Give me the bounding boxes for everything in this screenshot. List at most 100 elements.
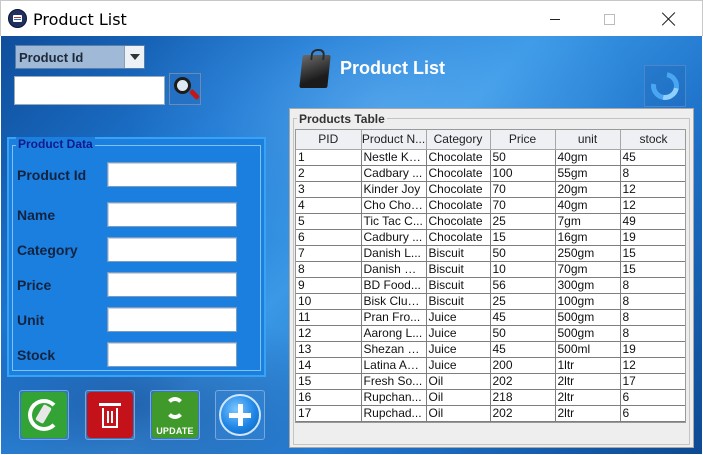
cell-pid[interactable]: 10 — [296, 293, 362, 310]
update-button[interactable]: UPDATE — [150, 390, 200, 440]
cell-category[interactable]: Chocolate — [426, 197, 491, 214]
cell-product-name[interactable]: Pran Fro... — [361, 309, 427, 326]
cell-price[interactable]: 218 — [490, 389, 556, 406]
cell-unit[interactable]: 500gm — [555, 325, 621, 342]
cell-category[interactable]: Chocolate — [426, 181, 491, 198]
cell-price[interactable]: 45 — [490, 309, 556, 326]
table-row[interactable]: 5 Tic Tac C... Chocolate 25 7gm 49 — [296, 213, 685, 230]
cell-unit[interactable]: 40gm — [555, 197, 621, 214]
cell-category[interactable]: Biscuit — [426, 293, 491, 310]
cell-stock[interactable]: 8 — [620, 325, 685, 342]
name-field[interactable] — [107, 202, 237, 227]
cell-price[interactable]: 15 — [490, 229, 556, 246]
cell-product-name[interactable]: Danish M... — [361, 261, 427, 278]
cell-pid[interactable]: 7 — [296, 245, 362, 262]
cell-category[interactable]: Juice — [426, 309, 491, 326]
cell-pid[interactable]: 8 — [296, 261, 362, 278]
close-button[interactable] — [646, 1, 692, 37]
cell-unit[interactable]: 55gm — [555, 165, 621, 182]
category-field[interactable] — [107, 237, 237, 262]
column-header-category[interactable]: Category — [426, 130, 491, 150]
cell-stock[interactable]: 12 — [620, 357, 685, 374]
cell-product-name[interactable]: Kinder Joy — [361, 181, 427, 198]
clear-button[interactable] — [19, 390, 69, 440]
search-input[interactable] — [14, 76, 165, 105]
cell-pid[interactable]: 2 — [296, 165, 362, 182]
table-row[interactable]: 1 Nestle Kit... Chocolate 50 40gm 45 — [296, 149, 685, 166]
unit-field[interactable] — [107, 307, 237, 332]
cell-price[interactable]: 50 — [490, 149, 556, 166]
cell-unit[interactable]: 100gm — [555, 293, 621, 310]
cell-stock[interactable]: 19 — [620, 341, 685, 358]
cell-category[interactable]: Juice — [426, 325, 491, 342]
cell-product-name[interactable]: BD Food... — [361, 277, 427, 294]
table-row[interactable]: 16 Rupchan... Oil 218 2ltr 6 — [296, 389, 685, 406]
refresh-button[interactable] — [644, 65, 686, 107]
cell-category[interactable]: Chocolate — [426, 165, 491, 182]
cell-unit[interactable]: 40gm — [555, 149, 621, 166]
cell-unit[interactable]: 1ltr — [555, 357, 621, 374]
cell-pid[interactable]: 16 — [296, 389, 362, 406]
table-row[interactable]: 4 Cho Cho ... Chocolate 70 40gm 12 — [296, 197, 685, 214]
cell-stock[interactable]: 49 — [620, 213, 685, 230]
cell-price[interactable]: 10 — [490, 261, 556, 278]
cell-product-name[interactable]: Nestle Kit... — [361, 149, 427, 166]
cell-stock[interactable]: 12 — [620, 181, 685, 198]
cell-product-name[interactable]: Bisk Club... — [361, 293, 427, 310]
delete-button[interactable] — [85, 390, 135, 440]
cell-stock[interactable]: 8 — [620, 293, 685, 310]
search-field-dropdown[interactable]: Product Id — [15, 45, 145, 69]
cell-price[interactable]: 70 — [490, 181, 556, 198]
column-header-product-name[interactable]: Product N... — [361, 130, 427, 150]
column-header-price[interactable]: Price — [490, 130, 556, 150]
cell-category[interactable]: Biscuit — [426, 245, 491, 262]
table-row[interactable]: 12 Aarong L... Juice 50 500gm 8 — [296, 325, 685, 342]
cell-pid[interactable]: 11 — [296, 309, 362, 326]
cell-product-name[interactable]: Shezan M... — [361, 341, 427, 358]
table-row[interactable]: 11 Pran Fro... Juice 45 500gm 8 — [296, 309, 685, 326]
product-id-field[interactable] — [107, 162, 237, 187]
table-row[interactable]: 14 Latina Ap... Juice 200 1ltr 12 — [296, 357, 685, 374]
cell-unit[interactable]: 16gm — [555, 229, 621, 246]
cell-unit[interactable]: 2ltr — [555, 389, 621, 406]
cell-unit[interactable]: 500gm — [555, 309, 621, 326]
cell-unit[interactable]: 20gm — [555, 181, 621, 198]
cell-category[interactable]: Oil — [426, 373, 491, 390]
cell-price[interactable]: 56 — [490, 277, 556, 294]
cell-stock[interactable]: 45 — [620, 149, 685, 166]
cell-stock[interactable]: 8 — [620, 277, 685, 294]
maximize-button[interactable] — [586, 1, 632, 37]
cell-pid[interactable]: 15 — [296, 373, 362, 390]
cell-category[interactable]: Chocolate — [426, 149, 491, 166]
cell-price[interactable]: 200 — [490, 357, 556, 374]
table-row[interactable]: 8 Danish M... Biscuit 10 70gm 15 — [296, 261, 685, 278]
cell-pid[interactable]: 14 — [296, 357, 362, 374]
cell-pid[interactable]: 12 — [296, 325, 362, 342]
price-field[interactable] — [107, 272, 237, 297]
cell-pid[interactable]: 3 — [296, 181, 362, 198]
table-row[interactable]: 9 BD Food... Biscuit 56 300gm 8 — [296, 277, 685, 294]
cell-product-name[interactable]: Cho Cho ... — [361, 197, 427, 214]
table-row[interactable]: 15 Fresh So... Oil 202 2ltr 17 — [296, 373, 685, 390]
cell-category[interactable]: Chocolate — [426, 229, 491, 246]
cell-stock[interactable]: 8 — [620, 165, 685, 182]
cell-stock[interactable]: 12 — [620, 197, 685, 214]
add-button[interactable] — [215, 390, 265, 440]
cell-product-name[interactable]: Cadbury ... — [361, 229, 427, 246]
cell-stock[interactable]: 17 — [620, 373, 685, 390]
cell-price[interactable]: 202 — [490, 373, 556, 390]
column-header-pid[interactable]: PID — [296, 130, 362, 150]
cell-price[interactable]: 202 — [490, 405, 556, 422]
cell-unit[interactable]: 70gm — [555, 261, 621, 278]
table-row[interactable]: 6 Cadbury ... Chocolate 15 16gm 19 — [296, 229, 685, 246]
cell-stock[interactable]: 15 — [620, 245, 685, 262]
table-row[interactable]: 3 Kinder Joy Chocolate 70 20gm 12 — [296, 181, 685, 198]
column-header-unit[interactable]: unit — [555, 130, 621, 150]
cell-category[interactable]: Biscuit — [426, 277, 491, 294]
table-row[interactable]: 2 Cadbary ... Chocolate 100 55gm 8 — [296, 165, 685, 182]
cell-pid[interactable]: 6 — [296, 229, 362, 246]
cell-category[interactable]: Juice — [426, 341, 491, 358]
cell-unit[interactable]: 2ltr — [555, 405, 621, 422]
cell-pid[interactable]: 13 — [296, 341, 362, 358]
cell-unit[interactable]: 500ml — [555, 341, 621, 358]
